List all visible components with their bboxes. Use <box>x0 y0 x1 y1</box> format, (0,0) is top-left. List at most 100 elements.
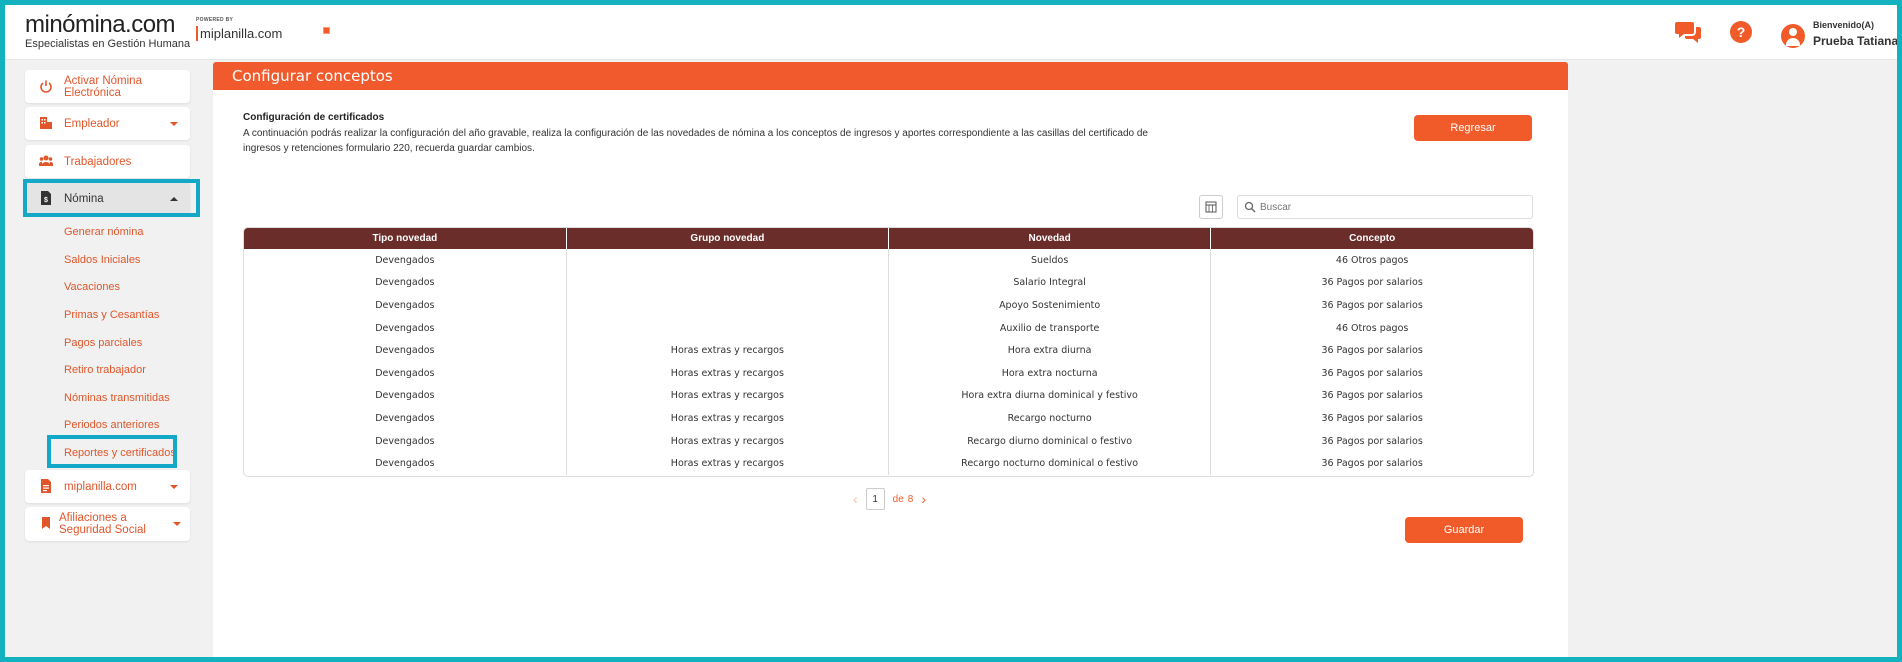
chevron-down-icon <box>170 122 178 126</box>
table-row[interactable]: Devengados Horas extras y recargos Hora ex… <box>244 384 1533 408</box>
sidebar-subitem-periodos-anteriores[interactable]: Periodos anteriores <box>64 419 159 431</box>
sidebar-subitem-generar-nomina[interactable]: Generar nómina <box>64 226 144 238</box>
cell-concepto[interactable]: 36 Pagos por salarios <box>1211 385 1533 408</box>
cell-tipo: Devengados <box>244 294 567 317</box>
column-header-tipo-novedad[interactable]: Tipo novedad <box>244 228 567 249</box>
cell-grupo: Horas extras y recargos <box>566 407 890 430</box>
sidebar-item-label: Afiliaciones a Seguridad Social <box>59 512 146 536</box>
sidebar-item-empleador[interactable]: Empleador <box>25 107 190 140</box>
power-icon <box>40 80 52 93</box>
cell-novedad: Auxilio de transporte <box>888 316 1212 340</box>
section-title: Configuración de certificados <box>243 112 385 123</box>
building-icon <box>40 117 52 129</box>
cell-novedad: Salario Integral <box>888 271 1212 295</box>
total-pages: 8 <box>907 493 914 505</box>
cell-novedad: Hora extra nocturna <box>888 361 1212 385</box>
cell-concepto[interactable]: 36 Pagos por salarios <box>1211 294 1533 317</box>
sidebar-item-miplanilla[interactable]: miplanilla.com <box>25 470 190 503</box>
cell-tipo: Devengados <box>244 429 567 453</box>
cell-grupo: Horas extras y recargos <box>566 361 890 385</box>
users-icon <box>39 155 53 166</box>
current-page[interactable]: 1 <box>865 488 885 510</box>
table-header-row: Tipo novedad Grupo novedad Novedad Conce… <box>244 228 1533 249</box>
cell-grupo: Horas extras y recargos <box>566 452 890 475</box>
column-header-grupo-novedad[interactable]: Grupo novedad <box>566 228 890 249</box>
cell-concepto[interactable]: 36 Pagos por salarios <box>1211 452 1533 475</box>
logo-main-text: minómina.com <box>25 11 176 38</box>
sidebar-subitem-vacaciones[interactable]: Vacaciones <box>64 281 120 293</box>
cell-concepto[interactable]: 36 Pagos por salarios <box>1211 362 1533 385</box>
cell-concepto[interactable]: 36 Pagos por salarios <box>1211 407 1533 430</box>
document-icon <box>41 479 51 493</box>
sidebar-item-label: Empleador <box>64 117 120 130</box>
table-row[interactable]: Devengados Horas extras y recargos Recargo… <box>244 452 1533 475</box>
concepts-table: Tipo novedad Grupo novedad Novedad Conce… <box>243 227 1534 477</box>
cell-tipo: Devengados <box>244 339 567 362</box>
sidebar-item-activar-nomina[interactable]: Activar Nómina Electrónica <box>25 70 190 103</box>
cell-tipo: Devengados <box>244 249 567 272</box>
cell-concepto[interactable]: 36 Pagos por salarios <box>1211 272 1533 295</box>
sidebar-subitem-retiro-trabajador[interactable]: Retiro trabajador <box>64 364 146 376</box>
table-row[interactable]: Devengados Horas extras y recargos Recargo… <box>244 407 1533 430</box>
cell-concepto[interactable]: 46 Otros pagos <box>1211 317 1533 340</box>
table-settings-icon <box>1205 201 1217 213</box>
user-name: Prueba Tatiana <box>1813 34 1897 48</box>
cell-concepto[interactable]: 46 Otros pagos <box>1211 249 1533 272</box>
powered-label: POWERED BY <box>196 17 234 23</box>
page-title: Configurar conceptos <box>232 67 393 85</box>
back-button[interactable]: Regresar <box>1414 115 1532 141</box>
sidebar-item-label: Trabajadores <box>64 155 132 168</box>
cell-novedad: Hora extra diurna <box>888 339 1212 362</box>
svg-text:?: ? <box>1737 24 1746 40</box>
cell-tipo: Devengados <box>244 407 567 430</box>
chevron-down-icon <box>173 522 181 526</box>
column-settings-button[interactable] <box>1199 195 1223 219</box>
cell-grupo <box>566 294 890 317</box>
cell-concepto[interactable]: 36 Pagos por salarios <box>1211 430 1533 453</box>
prev-page-icon[interactable]: ‹ <box>853 491 858 507</box>
column-header-concepto[interactable]: Concepto <box>1210 228 1533 249</box>
powered-name: miplanilla.com <box>196 26 282 41</box>
sidebar-item-afiliaciones[interactable]: Afiliaciones a Seguridad Social <box>25 507 190 541</box>
cell-grupo: Horas extras y recargos <box>566 384 890 408</box>
column-header-novedad[interactable]: Novedad <box>888 228 1212 249</box>
cell-tipo: Devengados <box>244 384 567 408</box>
cell-grupo <box>566 271 890 295</box>
search-input[interactable] <box>1260 199 1520 215</box>
table-row[interactable]: Devengados Sueldos 46 Otros pagos <box>244 249 1533 272</box>
next-page-icon[interactable]: › <box>921 491 926 507</box>
save-button[interactable]: Guardar <box>1405 517 1523 543</box>
cell-grupo <box>566 249 890 272</box>
cell-grupo: Horas extras y recargos <box>566 429 890 453</box>
highlight-nomina <box>23 179 200 217</box>
table-row[interactable]: Devengados Salario Integral 36 Pagos por s… <box>244 271 1533 295</box>
cell-grupo <box>566 316 890 340</box>
sidebar-subitem-nominas-transmitidas[interactable]: Nóminas transmitidas <box>64 392 170 404</box>
panel-header: Configurar conceptos <box>213 62 1568 90</box>
cell-novedad: Apoyo Sostenimiento <box>888 294 1212 317</box>
help-icon[interactable]: ? <box>1727 19 1755 45</box>
cell-novedad: Recargo nocturno <box>888 407 1212 430</box>
sidebar-subitem-pagos-parciales[interactable]: Pagos parciales <box>64 337 142 349</box>
chat-icon[interactable] <box>1675 19 1703 45</box>
table-row[interactable]: Devengados Horas extras y recargos Hora ex… <box>244 361 1533 385</box>
main-panel: Configurar conceptos Configuración de ce… <box>213 62 1568 657</box>
cell-concepto[interactable]: 36 Pagos por salarios <box>1211 339 1533 362</box>
search-field[interactable] <box>1237 195 1533 219</box>
sidebar-subitem-primas-cesantias[interactable]: Primas y Cesantías <box>64 309 159 321</box>
table-row[interactable]: Devengados Horas extras y recargos Hora ex… <box>244 339 1533 362</box>
menu-toggle-icon[interactable] <box>323 27 330 34</box>
cell-tipo: Devengados <box>244 361 567 385</box>
sidebar-subitem-saldos-iniciales[interactable]: Saldos Iniciales <box>64 254 140 266</box>
cell-tipo: Devengados <box>244 316 567 340</box>
logo[interactable]: minómina.com Especialistas en Gestión Hu… <box>25 11 190 51</box>
table-row[interactable]: Devengados Horas extras y recargos Recargo… <box>244 429 1533 453</box>
sidebar-item-trabajadores[interactable]: Trabajadores <box>25 145 190 178</box>
table-row[interactable]: Devengados Apoyo Sostenimiento 36 Pagos po… <box>244 294 1533 317</box>
table-row[interactable]: Devengados Auxilio de transporte 46 Otros … <box>244 316 1533 340</box>
page-of-label: de <box>892 493 904 505</box>
user-greeting: Bienvenido(A) <box>1813 20 1875 30</box>
sidebar: Activar Nómina Electrónica Empleador Tra… <box>5 60 210 657</box>
pagination: ‹ 1 de 8 › <box>853 488 926 510</box>
cell-tipo: Devengados <box>244 452 567 475</box>
